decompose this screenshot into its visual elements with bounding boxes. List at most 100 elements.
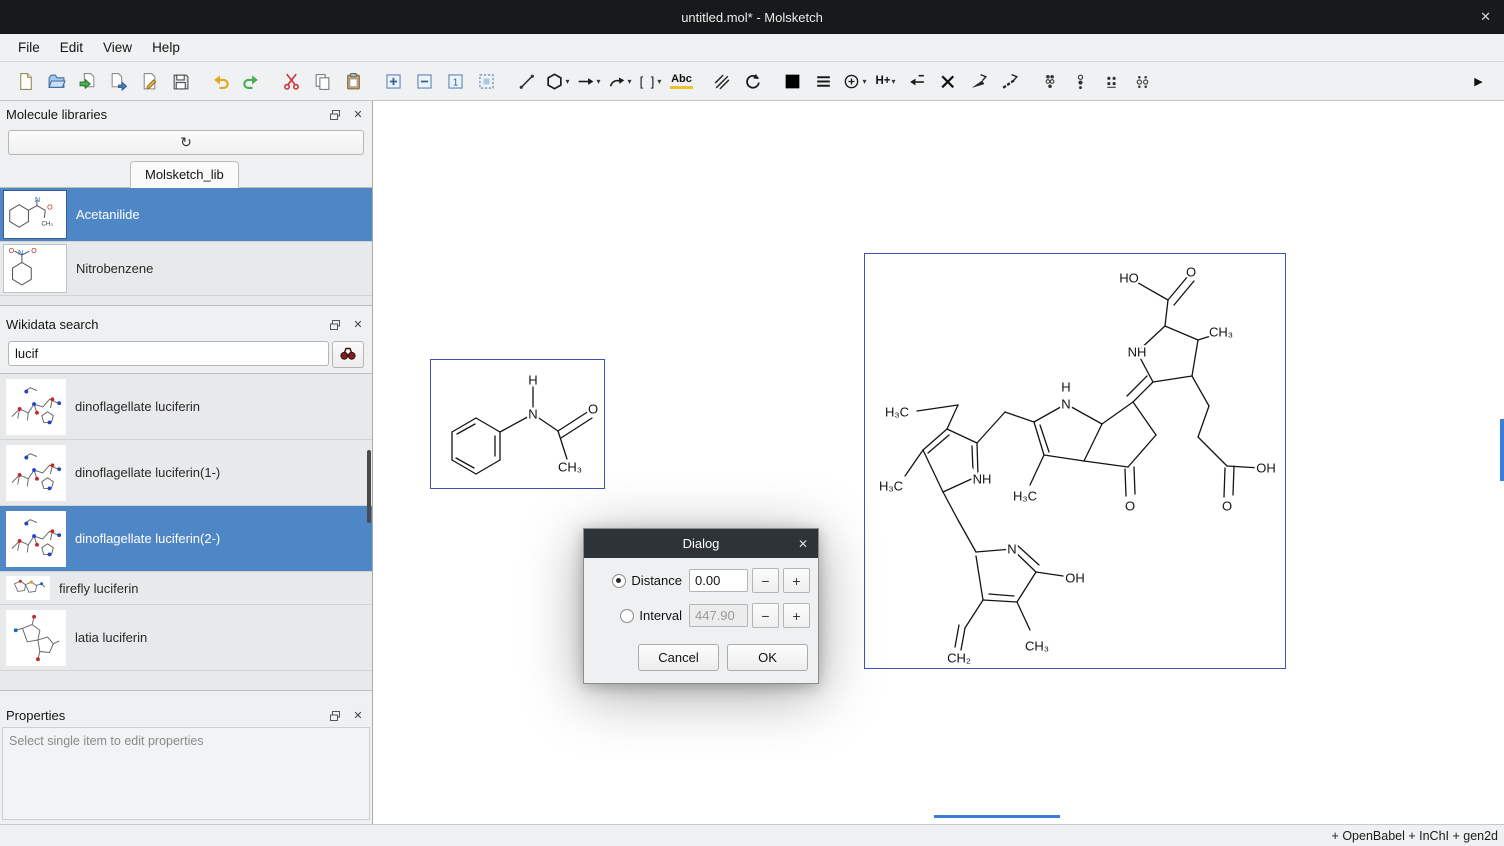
molecule-dinoflagellate-luciferin[interactable]: HOOCH₃NHOHOHNH₃CH₃CNHH₃CONOHCH₃CH₂: [864, 253, 1286, 669]
wikidata-item-0[interactable]: dinoflagellate luciferin: [0, 374, 372, 440]
hydrogen-tool-button[interactable]: H+▾: [872, 68, 899, 95]
curved-arrow-icon: [607, 72, 626, 91]
interval-increment-button[interactable]: +: [783, 603, 810, 628]
ring-icon: [545, 72, 564, 91]
molecule-acetanilide[interactable]: HNOCH₃: [430, 359, 605, 489]
float-panel-icon[interactable]: [327, 317, 343, 333]
zoom-in-button[interactable]: [380, 68, 407, 95]
redo-button[interactable]: [238, 68, 265, 95]
zoom-fit-button[interactable]: [473, 68, 500, 95]
color-tool-button[interactable]: [779, 68, 806, 95]
svg-text:CH₂: CH₂: [947, 651, 971, 666]
float-panel-icon[interactable]: [327, 708, 343, 724]
save-file-button[interactable]: [167, 68, 194, 95]
rotate-tool-button[interactable]: [739, 68, 766, 95]
ok-button[interactable]: OK: [727, 644, 808, 671]
svg-text:CH₃: CH₃: [1209, 325, 1233, 340]
wikidata-item-label: firefly luciferin: [59, 581, 138, 596]
tab-molsketch-lib[interactable]: Molsketch_lib: [130, 161, 239, 188]
toolbar-overflow-button[interactable]: ▶: [1465, 68, 1492, 95]
cut-button[interactable]: [278, 68, 305, 95]
distance-decrement-button[interactable]: −: [752, 568, 779, 593]
open-file-button[interactable]: [43, 68, 70, 95]
panel-title: Wikidata search: [6, 317, 320, 332]
distance-radio[interactable]: [612, 574, 626, 588]
wikidata-item-4[interactable]: latia luciferin: [0, 605, 372, 671]
cancel-button[interactable]: Cancel: [638, 644, 719, 671]
svg-text:O: O: [1186, 265, 1196, 280]
print-button[interactable]: [136, 68, 163, 95]
wikidata-scrollbar[interactable]: [367, 450, 371, 523]
ring-tool-button[interactable]: ▾: [544, 68, 571, 95]
hatch-tool-button[interactable]: [708, 68, 735, 95]
wedge-up-tool-button[interactable]: [965, 68, 992, 95]
window-title: untitled.mol* - Molsketch: [681, 10, 823, 25]
copy-button[interactable]: [309, 68, 336, 95]
molsketch-window: untitled.mol* - Molsketch ✕ FileEditView…: [0, 0, 1504, 846]
distance-input[interactable]: 0.00: [689, 569, 748, 592]
dialog-titlebar[interactable]: Dialog ✕: [584, 529, 818, 558]
wikidata-item-3[interactable]: firefly luciferin: [0, 572, 372, 605]
distance-increment-button[interactable]: +: [783, 568, 810, 593]
charge-tool-button[interactable]: ▾: [841, 68, 868, 95]
chain-tool-1-button[interactable]: [1036, 68, 1063, 95]
bracket-tool-button[interactable]: [ ]▾: [637, 68, 664, 95]
close-panel-icon[interactable]: ✕: [350, 708, 366, 724]
mechanism-arrow-tool-button[interactable]: ▾: [606, 68, 633, 95]
svg-text:N: N: [35, 196, 40, 203]
canvas-horizontal-scrollbar[interactable]: [934, 815, 1060, 818]
properties-hint: Select single item to edit properties: [9, 734, 204, 748]
library-item-nitrobenzene[interactable]: NOONitrobenzene: [0, 242, 372, 296]
minus-arrow-tool-button[interactable]: [903, 68, 930, 95]
menu-view[interactable]: View: [93, 40, 142, 55]
menu-help[interactable]: Help: [142, 40, 190, 55]
wikidata-search-button[interactable]: [332, 341, 364, 368]
refresh-library-button[interactable]: ↻: [8, 130, 364, 155]
dialog-close-icon[interactable]: ✕: [798, 537, 808, 551]
chain-tool-3-button[interactable]: [1098, 68, 1125, 95]
chain-tool-2-button[interactable]: [1067, 68, 1094, 95]
float-panel-icon[interactable]: [327, 107, 343, 123]
interval-decrement-button[interactable]: −: [752, 603, 779, 628]
properties-panel-body: Select single item to edit properties: [2, 727, 370, 820]
svg-text:CH₃: CH₃: [42, 220, 54, 227]
interval-input[interactable]: 447.90: [689, 604, 748, 627]
print-icon: [140, 72, 159, 91]
arrow-tool-button[interactable]: ▾: [575, 68, 602, 95]
dropdown-arrow-icon: ▾: [596, 77, 600, 86]
menu-edit[interactable]: Edit: [50, 40, 93, 55]
interval-radio[interactable]: [620, 609, 634, 623]
paste-button[interactable]: [340, 68, 367, 95]
export-file-button[interactable]: [105, 68, 132, 95]
library-item-acetanilide[interactable]: NOCH₃Acetanilide: [0, 188, 372, 242]
molecule-thumbnail: NOO: [3, 244, 67, 293]
svg-text:O: O: [588, 402, 598, 417]
delete-tool-button[interactable]: [934, 68, 961, 95]
close-panel-icon[interactable]: ✕: [350, 107, 366, 123]
undo-icon: [211, 72, 230, 91]
zoom-original-button[interactable]: 1: [442, 68, 469, 95]
wikidata-item-1[interactable]: dinoflagellate luciferin(1-): [0, 440, 372, 506]
wikidata-item-2[interactable]: dinoflagellate luciferin(2-): [0, 506, 372, 572]
binoculars-icon: [339, 345, 357, 364]
line-width-tool-button[interactable]: [810, 68, 837, 95]
svg-text:O: O: [1222, 499, 1232, 514]
drawing-canvas[interactable]: Dialog ✕ Distance 0.00 − + Interval: [373, 101, 1504, 824]
svg-text:CH₃: CH₃: [1025, 639, 1049, 654]
canvas-vertical-scrollbar[interactable]: [1500, 419, 1504, 481]
chain4-icon: [1133, 72, 1152, 91]
undo-button[interactable]: [207, 68, 234, 95]
new-file-button[interactable]: [12, 68, 39, 95]
window-close-icon[interactable]: ✕: [1480, 0, 1491, 34]
close-panel-icon[interactable]: ✕: [350, 317, 366, 333]
text-tool-button[interactable]: Abc: [668, 68, 695, 95]
import-file-button[interactable]: [74, 68, 101, 95]
svg-text:H₃C: H₃C: [885, 405, 909, 420]
draw-bond-button[interactable]: [513, 68, 540, 95]
menu-file[interactable]: File: [8, 40, 50, 55]
wedge-down-tool-button[interactable]: [996, 68, 1023, 95]
wedge-down-icon: [1000, 72, 1019, 91]
zoom-out-button[interactable]: [411, 68, 438, 95]
wikidata-search-input[interactable]: [8, 341, 329, 366]
chain-tool-4-button[interactable]: [1129, 68, 1156, 95]
